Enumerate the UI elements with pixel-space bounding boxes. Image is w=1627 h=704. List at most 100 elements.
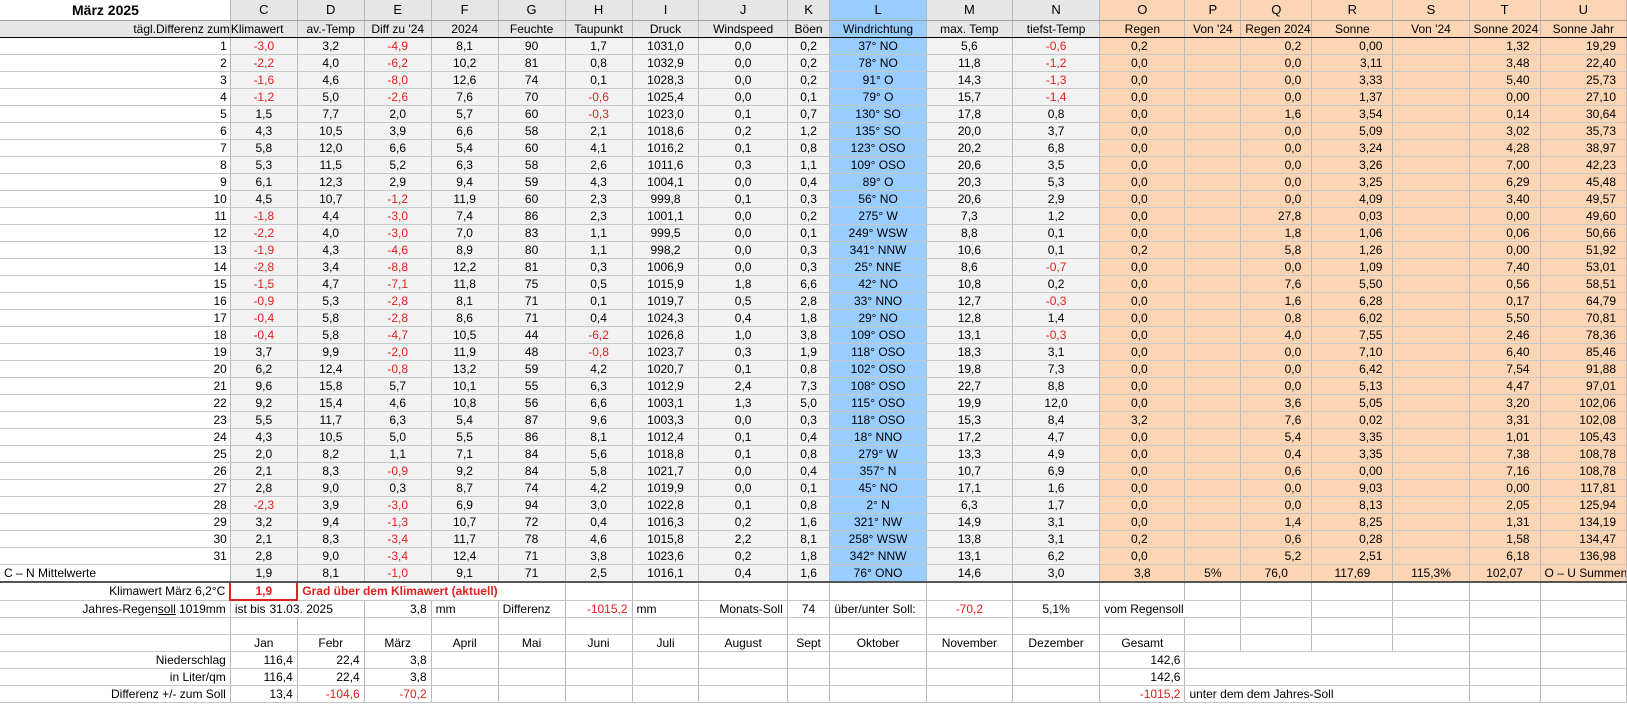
- cell-p[interactable]: [1184, 326, 1242, 344]
- cell-k[interactable]: 5,0: [787, 394, 831, 412]
- cell-g[interactable]: 60: [498, 105, 566, 123]
- cell-p[interactable]: [1184, 122, 1242, 140]
- cell-u[interactable]: 125,94: [1540, 496, 1627, 514]
- cell-e[interactable]: -3,4: [364, 547, 432, 565]
- cell-t[interactable]: 5,50: [1469, 309, 1541, 327]
- cell-c[interactable]: -1,9: [230, 241, 298, 259]
- cell-p[interactable]: [1184, 88, 1242, 106]
- month-value[interactable]: [431, 651, 499, 669]
- cell-r[interactable]: 3,25: [1311, 173, 1394, 191]
- cell-g[interactable]: 90: [498, 37, 566, 55]
- empty-cell[interactable]: [1469, 617, 1541, 635]
- cell-p[interactable]: [1184, 428, 1242, 446]
- cell-n[interactable]: 5,3: [1012, 173, 1101, 191]
- column-letter-l[interactable]: L: [829, 0, 927, 21]
- cell-j[interactable]: 0,5: [698, 292, 788, 310]
- cell-j[interactable]: 0,0: [698, 88, 788, 106]
- cell-i[interactable]: 1015,9: [632, 275, 700, 293]
- cell-o[interactable]: 0,0: [1099, 105, 1186, 123]
- cell-l[interactable]: 275° W: [829, 207, 927, 225]
- cell-o[interactable]: 3,2: [1099, 411, 1186, 429]
- empty-cell[interactable]: [1540, 668, 1627, 686]
- cell-u[interactable]: 136,98: [1540, 547, 1627, 565]
- cell-f[interactable]: 8,1: [431, 292, 499, 310]
- cell-t[interactable]: 5,40: [1469, 71, 1541, 89]
- empty-cell[interactable]: [1392, 617, 1470, 635]
- cell-g[interactable]: 83: [498, 224, 566, 242]
- cell-k[interactable]: 0,1: [787, 224, 831, 242]
- cell-h[interactable]: 4,6: [565, 530, 633, 548]
- cell-m[interactable]: 17,1: [926, 479, 1013, 497]
- cell-p[interactable]: [1184, 71, 1242, 89]
- cell-g[interactable]: 84: [498, 445, 566, 463]
- cell-f[interactable]: 8,1: [431, 37, 499, 55]
- cell-p[interactable]: [1184, 309, 1242, 327]
- cell-o[interactable]: 0,0: [1099, 207, 1186, 225]
- cell-f[interactable]: 7,0: [431, 224, 499, 242]
- cell-c[interactable]: 4,5: [230, 190, 298, 208]
- cell-r[interactable]: 0,00: [1311, 37, 1394, 55]
- cell-d[interactable]: 15,8: [297, 377, 365, 395]
- cell-c[interactable]: 5,8: [230, 139, 298, 157]
- cell-r[interactable]: 2,51: [1311, 547, 1394, 565]
- month-value[interactable]: [565, 651, 633, 669]
- cell-j[interactable]: 0,4: [698, 309, 788, 327]
- month-value[interactable]: 13,4: [230, 685, 298, 703]
- cell-p[interactable]: [1184, 275, 1242, 293]
- cell-u[interactable]: 49,57: [1540, 190, 1627, 208]
- cell-o[interactable]: 0,0: [1099, 71, 1186, 89]
- cell-e[interactable]: -8,0: [364, 71, 432, 89]
- cell-p[interactable]: [1184, 547, 1242, 565]
- empty-cell[interactable]: [1469, 651, 1541, 669]
- cell-o[interactable]: 0,0: [1099, 343, 1186, 361]
- empty-cell[interactable]: [1099, 617, 1186, 635]
- cell-e[interactable]: -8,8: [364, 258, 432, 276]
- cell-f[interactable]: 13,2: [431, 360, 499, 378]
- cell-h[interactable]: 2,1: [565, 122, 633, 140]
- cell-s[interactable]: [1392, 326, 1470, 344]
- cell-h[interactable]: 4,2: [565, 479, 633, 497]
- cell-s[interactable]: [1392, 156, 1470, 174]
- cell-c[interactable]: -1,8: [230, 207, 298, 225]
- cell-h[interactable]: 2,3: [565, 207, 633, 225]
- cell-j[interactable]: 2,4: [698, 377, 788, 395]
- cell-i[interactable]: 1001,1: [632, 207, 700, 225]
- cell-c[interactable]: -2,2: [230, 224, 298, 242]
- cell-o[interactable]: 0,2: [1099, 37, 1186, 55]
- cell-j[interactable]: 0,2: [698, 513, 788, 531]
- cell-u[interactable]: 78,36: [1540, 326, 1627, 344]
- cell-f[interactable]: 11,8: [431, 275, 499, 293]
- cell-r[interactable]: 3,26: [1311, 156, 1394, 174]
- cell-n[interactable]: -1,3: [1012, 71, 1101, 89]
- cell-k[interactable]: 0,4: [787, 462, 831, 480]
- cell-r[interactable]: 7,55: [1311, 326, 1394, 344]
- cell-d[interactable]: 10,5: [297, 428, 365, 446]
- cell-f[interactable]: 10,5: [431, 326, 499, 344]
- column-letter-d[interactable]: D: [297, 0, 365, 21]
- cell-f[interactable]: 9,4: [431, 173, 499, 191]
- empty-cell[interactable]: [1469, 634, 1541, 652]
- cell-t[interactable]: 0,06: [1469, 224, 1541, 242]
- cell-k[interactable]: 0,8: [787, 496, 831, 514]
- empty-cell[interactable]: [1240, 617, 1313, 635]
- cell-f[interactable]: 10,8: [431, 394, 499, 412]
- cell-i[interactable]: 1026,8: [632, 326, 700, 344]
- cell-t[interactable]: 2,05: [1469, 496, 1541, 514]
- cell-u[interactable]: 108,78: [1540, 462, 1627, 480]
- cell-j[interactable]: 0,1: [698, 105, 788, 123]
- cell-i[interactable]: 1016,2: [632, 139, 700, 157]
- cell-o[interactable]: 0,0: [1099, 326, 1186, 344]
- cell-o[interactable]: 0,0: [1099, 360, 1186, 378]
- cell-n[interactable]: 7,3: [1012, 360, 1101, 378]
- cell-r[interactable]: 3,11: [1311, 54, 1394, 72]
- cell-m[interactable]: 20,6: [926, 156, 1013, 174]
- cell-h[interactable]: 5,8: [565, 462, 633, 480]
- cell-m[interactable]: 17,8: [926, 105, 1013, 123]
- cell-h[interactable]: -6,2: [565, 326, 633, 344]
- cell-u[interactable]: 134,47: [1540, 530, 1627, 548]
- month-value[interactable]: [829, 651, 927, 669]
- cell-k[interactable]: 0,2: [787, 54, 831, 72]
- cell-c[interactable]: 2,1: [230, 462, 298, 480]
- cell-f[interactable]: 12,6: [431, 71, 499, 89]
- cell-k[interactable]: 0,2: [787, 71, 831, 89]
